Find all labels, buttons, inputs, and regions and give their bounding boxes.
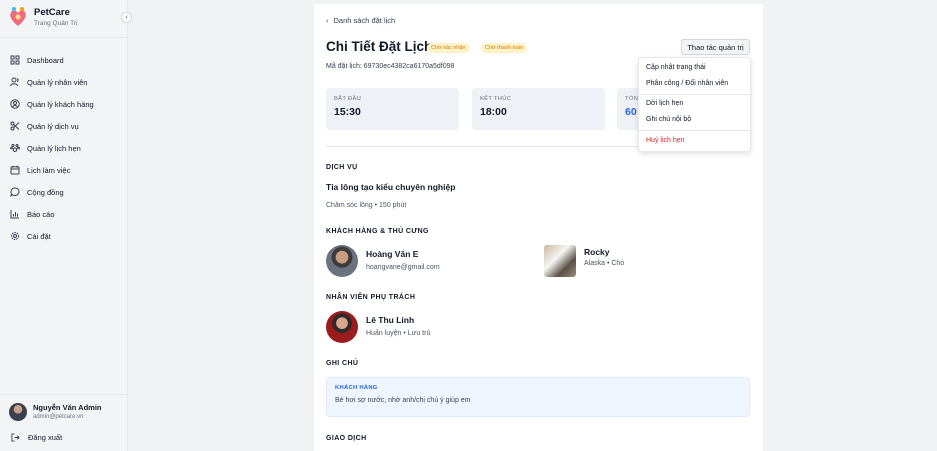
menu-item-assign-staff[interactable]: Phân công / Đổi nhân viên xyxy=(646,80,728,87)
staff-name: Lê Thu Linh xyxy=(366,315,415,325)
gear-icon xyxy=(10,231,20,241)
staff-avatar xyxy=(326,311,358,343)
note-text: Bé hơi sợ nước, nhờ anh/chị chú ý giúp e… xyxy=(335,397,471,404)
end-time-label: KẾT THÚC xyxy=(480,96,512,102)
sidebar-nav: Dashboard Quản lý nhân viên Quản lý khác… xyxy=(10,49,122,247)
section-transaction-title: GIAO DỊCH xyxy=(326,435,367,442)
section-notes-title: GHI CHÚ xyxy=(326,360,359,367)
admin-actions-button[interactable]: Thao tác quản trị xyxy=(681,39,750,55)
status-badge-pending-confirmation: Chờ xác nhận xyxy=(427,43,470,53)
pet-name: Rocky xyxy=(584,246,610,257)
sidebar-item-label: Dashboard xyxy=(27,55,64,65)
sidebar-item-community[interactable]: Cộng đồng xyxy=(10,181,122,203)
end-time-value: 18:00 xyxy=(480,106,507,118)
sidebar-footer-divider xyxy=(0,394,128,395)
pet-meta: Alaska • Chó xyxy=(584,259,625,267)
menu-divider xyxy=(639,94,750,95)
note-label: KHÁCH HÀNG xyxy=(335,385,378,391)
back-link[interactable]: ‹ Danh sách đặt lịch xyxy=(326,16,395,25)
scissors-icon xyxy=(10,121,20,131)
users-icon xyxy=(10,77,20,87)
sidebar-item-customers[interactable]: Quản lý khách hàng xyxy=(10,93,122,115)
admin-actions-menu: Cập nhật trạng thái Phân công / Đổi nhân… xyxy=(638,57,751,152)
menu-divider xyxy=(639,130,750,131)
chevron-left-icon: ‹ xyxy=(125,14,128,21)
start-time-value: 15:30 xyxy=(334,106,361,118)
staff-meta: Huấn luyện • Lưu trú xyxy=(366,330,431,337)
customer-avatar xyxy=(326,245,358,277)
sidebar-item-schedule[interactable]: Lịch làm việc xyxy=(10,159,122,181)
sidebar-item-label: Cài đặt xyxy=(27,231,51,241)
sidebar-item-label: Quản lý nhân viên xyxy=(27,77,88,87)
sidebar-item-label: Quản lý dịch vụ xyxy=(27,121,79,131)
sidebar-item-label: Lịch làm việc xyxy=(27,165,71,175)
menu-item-reschedule[interactable]: Dời lịch hẹn xyxy=(646,100,683,107)
user-circle-icon xyxy=(10,99,20,109)
page-title: Chi Tiết Đặt Lịch xyxy=(326,39,433,54)
section-service-title: DỊCH VỤ xyxy=(326,164,358,171)
sidebar-item-services[interactable]: Quản lý dịch vụ xyxy=(10,115,122,137)
sidebar-item-label: Quản lý khách hàng xyxy=(27,99,94,109)
chat-icon xyxy=(10,187,20,197)
sidebar-divider xyxy=(0,37,128,38)
customer-note: KHÁCH HÀNG Bé hơi sợ nước, nhờ anh/chị c… xyxy=(326,377,750,417)
logout-button[interactable]: Đăng xuất xyxy=(11,433,62,442)
menu-item-update-status[interactable]: Cập nhật trạng thái xyxy=(646,64,706,71)
pet-card[interactable]: Rocky Alaska • Chó xyxy=(544,245,624,277)
logout-label: Đăng xuất xyxy=(28,433,63,442)
petcare-logo-icon xyxy=(10,7,26,26)
current-user[interactable]: Nguyễn Văn Admin admin@petcare.vn xyxy=(9,403,101,421)
customer-email: hoangvane@gmail.com xyxy=(366,264,440,271)
booking-code: Mã đặt lịch: 69730ec4382ca6170a5df098 xyxy=(326,63,454,70)
pet-photo xyxy=(544,245,576,277)
calendar-icon xyxy=(10,165,20,175)
app-subtitle: Trang Quản Trị xyxy=(34,19,78,27)
grid-icon xyxy=(10,55,20,65)
sidebar-item-label: Báo cáo xyxy=(27,209,55,219)
sidebar: PetCare Trang Quản Trị Dashboard Quản lý… xyxy=(0,0,128,451)
total-card: TỔN 60 xyxy=(617,88,638,130)
sidebar-item-dashboard[interactable]: Dashboard xyxy=(10,49,122,71)
start-time-label: BẮT ĐẦU xyxy=(334,96,362,102)
paw-icon xyxy=(10,143,20,153)
booking-code-value: 69730ec4382ca6170a5df098 xyxy=(363,63,455,70)
section-customer-pet-title: KHÁCH HÀNG & THÚ CƯNG xyxy=(326,228,429,235)
sidebar-item-label: Quản lý lịch hẹn xyxy=(27,143,81,153)
chevron-left-icon: ‹ xyxy=(326,16,329,25)
booking-code-label: Mã đặt lịch: xyxy=(326,63,362,70)
sidebar-item-settings[interactable]: Cài đặt xyxy=(10,225,122,247)
menu-item-cancel-appointment[interactable]: Huỷ lịch hẹn xyxy=(646,137,685,144)
chart-icon xyxy=(10,209,20,219)
section-staff-title: NHÂN VIÊN PHỤ TRÁCH xyxy=(326,294,416,301)
customer-card[interactable]: Hoàng Văn E hoangvane@gmail.com xyxy=(326,245,440,277)
user-name: Nguyễn Văn Admin xyxy=(33,403,102,412)
app-name: PetCare xyxy=(34,6,70,18)
staff-card[interactable]: Lê Thu Linh Huấn luyện • Lưu trú xyxy=(326,311,430,343)
collapse-sidebar-button[interactable]: ‹ xyxy=(121,12,132,23)
end-time-card: KẾT THÚC 18:00 xyxy=(472,88,605,130)
status-badge-pending-payment: Chờ thanh toán xyxy=(481,43,528,53)
start-time-card: BẮT ĐẦU 15:30 xyxy=(326,88,459,130)
menu-item-internal-note[interactable]: Ghi chú nội bộ xyxy=(646,116,691,123)
sidebar-item-label: Cộng đồng xyxy=(27,187,64,197)
user-email: admin@petcare.vn xyxy=(33,414,84,420)
service-name: Tỉa lông tạo kiểu chuyên nghiệp xyxy=(326,182,456,192)
total-value: 60 xyxy=(625,106,637,118)
back-link-label: Danh sách đặt lịch xyxy=(333,16,396,25)
service-meta: Chăm sóc lông • 150 phút xyxy=(326,202,407,209)
total-label: TỔN xyxy=(625,96,638,102)
logout-icon xyxy=(11,433,20,442)
avatar xyxy=(9,403,27,421)
customer-name: Hoàng Văn E xyxy=(366,249,419,259)
sidebar-item-appointments[interactable]: Quản lý lịch hẹn xyxy=(10,137,122,159)
brand[interactable]: PetCare Trang Quản Trị xyxy=(8,6,77,28)
sidebar-item-staff[interactable]: Quản lý nhân viên xyxy=(10,71,122,93)
sidebar-item-reports[interactable]: Báo cáo xyxy=(10,203,122,225)
